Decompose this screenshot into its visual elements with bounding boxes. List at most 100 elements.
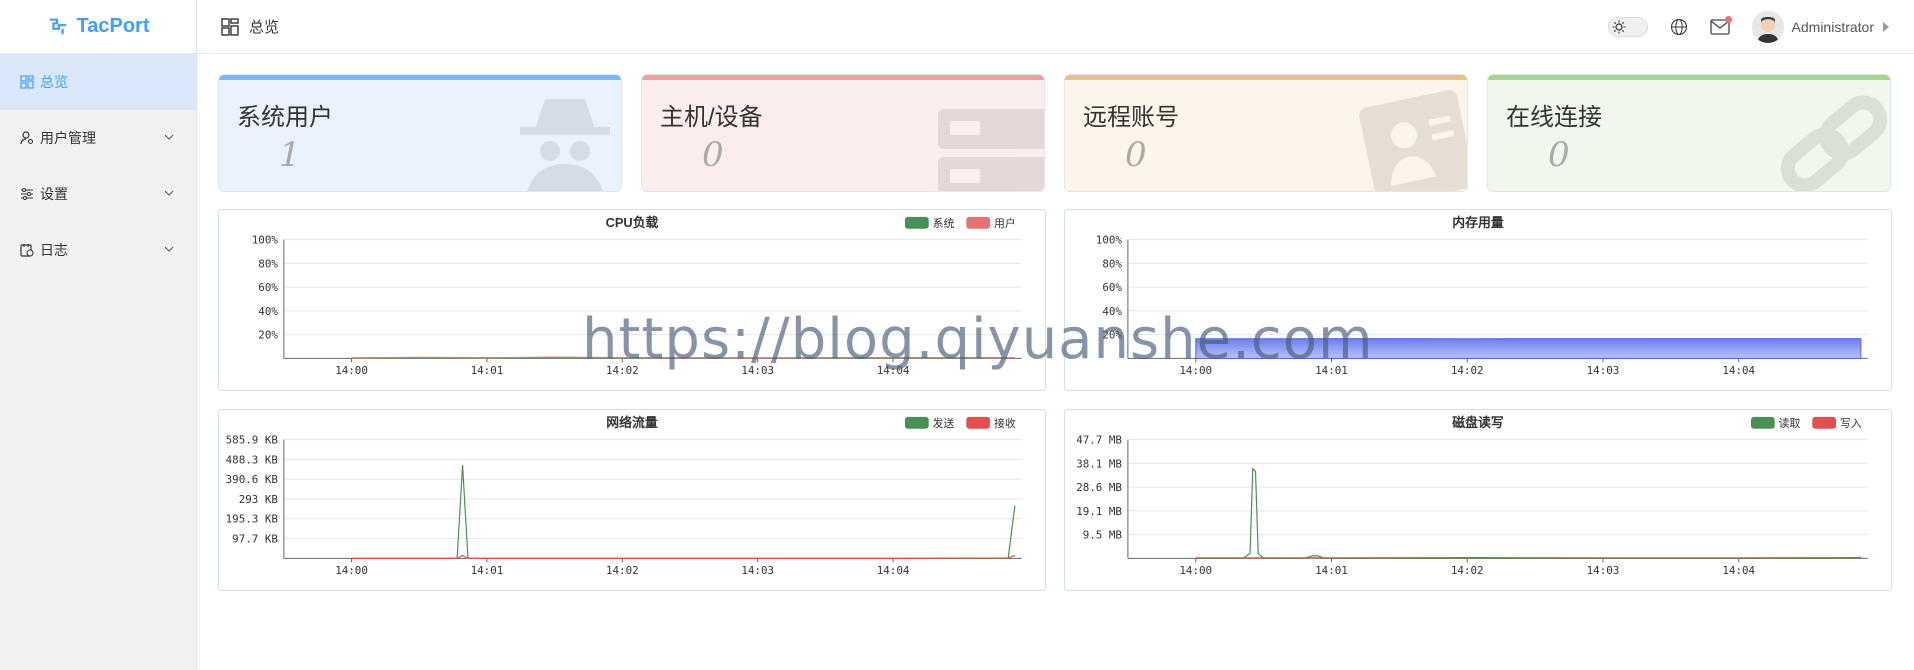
- chart-title: 内存用量: [1452, 215, 1504, 230]
- x-tick-label: 14:00: [335, 564, 368, 577]
- card-accent: [219, 75, 621, 80]
- legend-swatch[interactable]: [1812, 416, 1837, 429]
- spy-icon: [520, 99, 610, 191]
- y-tick-label: 19.1 MB: [1076, 505, 1122, 518]
- sidebar-item-logs[interactable]: 日志: [0, 222, 196, 278]
- stat-title: 主机/设备: [660, 104, 763, 131]
- legend-label[interactable]: 系统: [933, 217, 955, 230]
- sidebar-item-label: 设置: [40, 186, 68, 202]
- user-manage-icon: [20, 131, 34, 145]
- globe-icon[interactable]: [1670, 18, 1688, 36]
- chart-title: 网络流量: [606, 415, 658, 430]
- legend-swatch[interactable]: [966, 216, 991, 229]
- x-tick-label: 14:04: [877, 564, 910, 577]
- avatar: [1751, 10, 1784, 43]
- stat-card-users[interactable]: 系统用户 1: [218, 74, 622, 192]
- unread-badge: [1724, 15, 1732, 23]
- x-tick-label: 14:00: [1179, 564, 1212, 577]
- legend-label[interactable]: 读取: [1779, 416, 1801, 430]
- y-tick-label: 390.6 KB: [226, 473, 279, 486]
- dashboard-icon: [221, 17, 239, 36]
- legend-swatch[interactable]: [966, 416, 991, 429]
- chevron-down-icon: [164, 134, 174, 140]
- sidebar-item-label: 总览: [40, 74, 68, 90]
- series-line-1: [351, 554, 1016, 559]
- tacport-logo-icon: [49, 18, 66, 34]
- user-menu[interactable]: Administrator: [1751, 10, 1890, 43]
- y-tick-label: 293 KB: [239, 493, 279, 506]
- sidebar-item-label: 用户管理: [40, 130, 96, 146]
- sidebar-item-settings[interactable]: 设置: [0, 166, 196, 222]
- legend-label[interactable]: 发送: [933, 416, 955, 430]
- y-tick-label: 195.3 KB: [226, 513, 279, 526]
- sun-icon: [1612, 20, 1626, 33]
- disk-chart: 磁盘读写 47.7 MB 38.1 MB 28.6 MB 19.1 MB 9.5 MB 14…: [1076, 415, 1868, 577]
- x-tick-label: 14:04: [1722, 564, 1755, 577]
- app-logo[interactable]: TacPort: [0, 0, 196, 54]
- y-tick-label: 80%: [258, 257, 278, 270]
- legend-swatch[interactable]: [904, 416, 929, 429]
- y-tick-label: 100%: [252, 234, 279, 247]
- stat-value: 0: [1125, 135, 1147, 175]
- settings-sliders-icon: [20, 187, 34, 201]
- id-card-icon: [1359, 90, 1467, 191]
- y-tick-label: 100%: [1096, 234, 1123, 247]
- series-line-0: [1195, 467, 1861, 559]
- chart-title: 磁盘读写: [1452, 415, 1504, 430]
- x-tick-label: 14:02: [606, 564, 639, 577]
- y-tick-label: 47.7 MB: [1076, 434, 1122, 447]
- x-tick-label: 14:03: [741, 564, 774, 577]
- link-icon: [1780, 95, 1888, 191]
- legend-label[interactable]: 接收: [994, 416, 1016, 430]
- sidebar-item-overview[interactable]: 总览: [0, 54, 196, 110]
- user-name: Administrator: [1791, 18, 1874, 35]
- caret-right-icon: [1883, 21, 1889, 32]
- y-tick-label: 60%: [1102, 281, 1122, 294]
- legend-label[interactable]: 用户: [994, 216, 1016, 230]
- log-calendar-icon: [20, 243, 34, 257]
- stat-card-online-connections[interactable]: 在线连接 0: [1487, 74, 1891, 192]
- x-tick-label: 14:01: [471, 364, 504, 377]
- y-tick-label: 40%: [258, 305, 278, 318]
- y-tick-label: 97.7 KB: [232, 533, 278, 546]
- x-tick-label: 14:02: [1451, 364, 1484, 377]
- x-tick-label: 14:04: [1722, 364, 1755, 377]
- legend-swatch[interactable]: [904, 216, 929, 229]
- legend-swatch[interactable]: [1750, 416, 1775, 429]
- watermark: https://blog.qiyuanshe.com: [582, 307, 1374, 372]
- sidebar: TacPort 总览 用户管理 设置 日志: [0, 0, 197, 670]
- page-title: 总览: [249, 19, 280, 36]
- x-tick-label: 14:01: [471, 564, 504, 577]
- top-header: 总览 Administrator: [197, 0, 1914, 54]
- y-tick-label: 20%: [258, 329, 278, 342]
- x-tick-label: 14:03: [1587, 364, 1620, 377]
- stat-title: 系统用户: [237, 104, 333, 131]
- legend-label[interactable]: 写入: [1840, 418, 1862, 430]
- stat-title: 远程账号: [1083, 104, 1179, 131]
- stat-value: 0: [1548, 135, 1570, 175]
- messages-button[interactable]: [1709, 15, 1732, 35]
- sidebar-item-user-management[interactable]: 用户管理: [0, 110, 196, 166]
- x-tick-label: 14:01: [1315, 564, 1348, 577]
- y-tick-label: 38.1 MB: [1076, 457, 1122, 470]
- y-tick-label: 60%: [258, 281, 278, 294]
- card-accent: [642, 75, 1044, 80]
- card-accent: [1488, 75, 1890, 80]
- card-accent: [1065, 75, 1467, 80]
- stat-card-hosts[interactable]: 主机/设备 0: [641, 74, 1045, 192]
- y-tick-label: 488.3 KB: [226, 453, 279, 466]
- theme-toggle[interactable]: [1607, 16, 1648, 37]
- stat-title: 在线连接: [1506, 104, 1602, 131]
- chart-panel-network: 网络流量 585.9 KB 488.3 KB 390.6 KB 293 KB 195.3 …: [218, 409, 1046, 591]
- x-tick-label: 14:00: [335, 364, 368, 377]
- network-chart: 网络流量 585.9 KB 488.3 KB 390.6 KB 293 KB 195.3 …: [226, 415, 1022, 577]
- y-tick-label: 28.6 MB: [1076, 481, 1122, 494]
- y-tick-label: 585.9 KB: [226, 434, 279, 447]
- y-tick-label: 80%: [1102, 257, 1122, 270]
- breadcrumb: 总览: [221, 16, 279, 37]
- stat-card-remote-accounts[interactable]: 远程账号 0: [1064, 74, 1468, 192]
- dashboard-icon: [20, 75, 34, 89]
- chevron-down-icon: [164, 246, 174, 252]
- sidebar-item-label: 日志: [40, 242, 68, 258]
- server-icon: [938, 109, 1044, 191]
